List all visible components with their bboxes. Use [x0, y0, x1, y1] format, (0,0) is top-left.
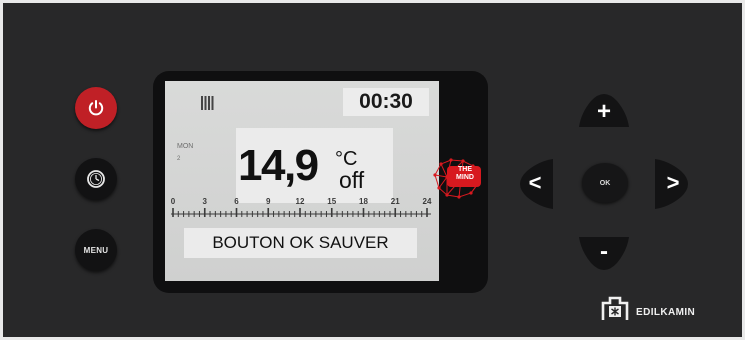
temperature-value: 14,9 — [238, 141, 319, 190]
menu-button[interactable]: MENU — [75, 229, 117, 271]
right-button[interactable]: > — [653, 157, 697, 211]
power-button[interactable] — [75, 87, 117, 129]
minus-label: - — [600, 238, 608, 265]
menu-button-label: MENU — [83, 245, 109, 255]
lcd-screen: 00:30 MON 2 14,9 °C off 0 3 6 9 12 15 18 21 24 B… — [165, 81, 439, 281]
message-text: BOUTON OK SAUVER — [212, 233, 389, 252]
day-label: MON — [177, 143, 194, 150]
the-mind-line1: THE — [458, 166, 472, 173]
status-label: off — [339, 167, 365, 193]
clock-button[interactable] — [75, 158, 117, 200]
plus-label: + — [597, 98, 611, 125]
day-number: 2 — [177, 156, 181, 162]
left-label: < — [529, 170, 542, 195]
ok-button[interactable]: OK — [582, 163, 628, 203]
power-icon — [88, 100, 104, 116]
ok-button-label: OK — [599, 179, 611, 187]
clock-display: 00:30 — [343, 88, 429, 116]
radiator-bars-icon — [201, 96, 214, 110]
minus-button[interactable]: - — [577, 235, 631, 275]
the-mind-line2: MIND — [456, 174, 474, 181]
right-label: > — [667, 170, 680, 195]
edilkamin-logo-icon — [601, 296, 629, 320]
brand-name: EDILKAMIN — [636, 307, 696, 318]
control-panel: MENU 00:30 MON 2 14,9 °C off 0 3 6 9 12 15 18 2… — [0, 0, 745, 340]
clock-icon — [87, 170, 105, 188]
the-mind-label: THE MIND — [448, 166, 482, 182]
scale-ruler — [171, 208, 431, 217]
left-button[interactable]: < — [511, 157, 555, 211]
plus-button[interactable]: + — [577, 89, 631, 129]
time-scale: 0 3 6 9 12 15 18 21 24 — [165, 197, 439, 223]
